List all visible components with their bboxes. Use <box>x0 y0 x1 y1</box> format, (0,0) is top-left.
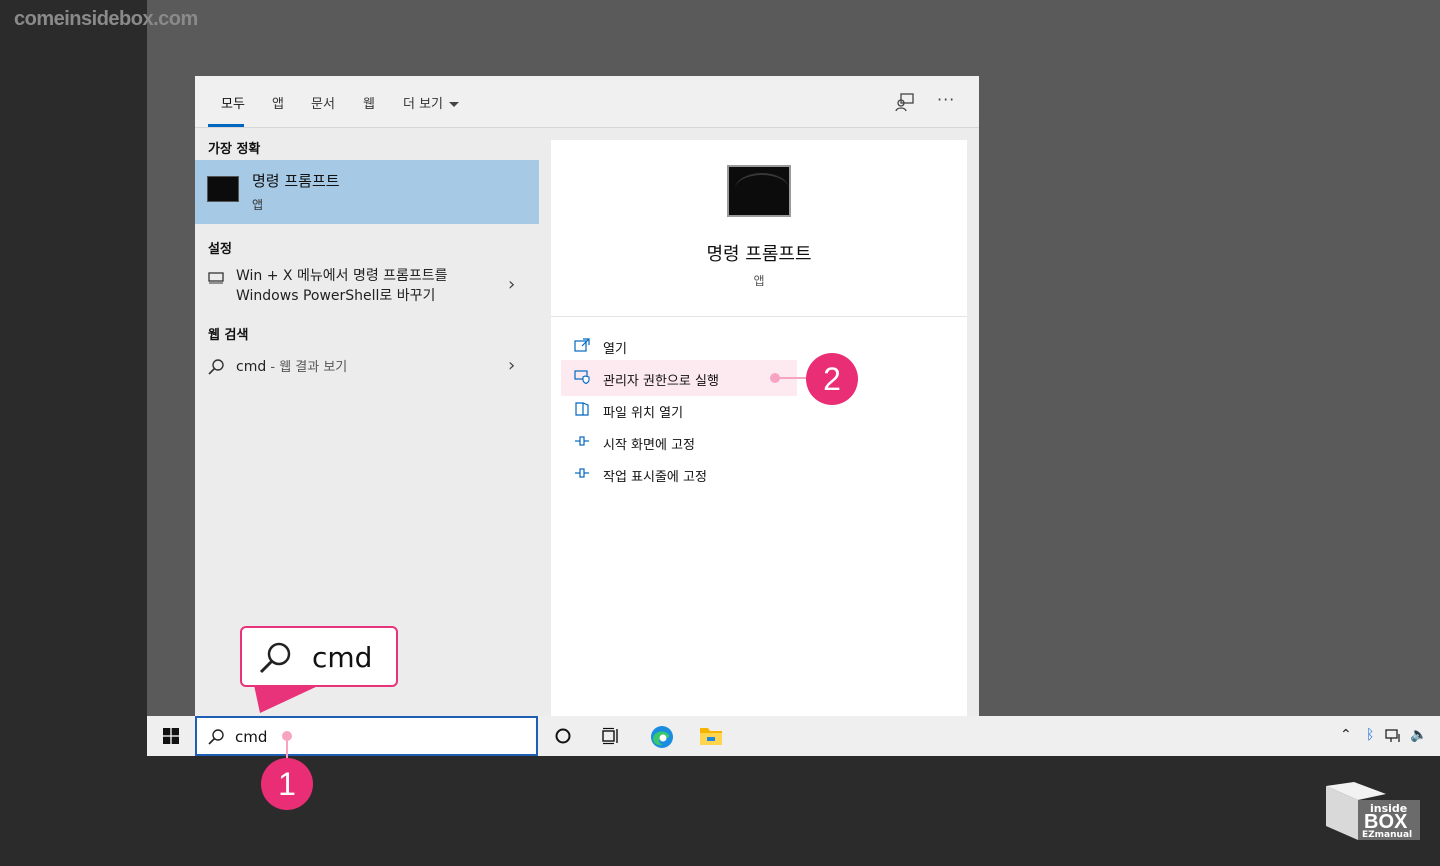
best-match-item[interactable]: 명령 프롬프트 앱 <box>195 160 539 224</box>
preview-pane: 명령 프롬프트 앱 열기 관리자 권한으로 실행 파일 위치 열기 시작 화면에… <box>551 140 967 716</box>
step-badge-1: 1 <box>261 758 313 810</box>
best-match-title: 명령 프롬프트 <box>252 172 340 190</box>
web-search-header: 웹 검색 <box>208 328 249 343</box>
show-hidden-icons-icon[interactable]: ⌃ <box>1340 727 1352 743</box>
tab-apps[interactable]: 앱 <box>272 93 284 112</box>
taskbar-search-input[interactable] <box>233 726 527 748</box>
web-result-item[interactable]: cmd - 웹 결과 보기 › <box>195 352 539 384</box>
callout-tail <box>254 685 320 713</box>
action-open-label: 열기 <box>603 342 627 357</box>
search-icon <box>259 642 291 674</box>
folder-icon <box>575 402 589 416</box>
best-match-header: 가장 정확 <box>208 142 261 157</box>
action-pin-to-taskbar[interactable]: 작업 표시줄에 고정 <box>561 456 797 492</box>
web-query: cmd <box>236 359 267 375</box>
file-explorer-icon[interactable] <box>699 725 723 747</box>
action-pin-to-start-label: 시작 화면에 고정 <box>603 438 695 453</box>
action-run-as-admin-label: 관리자 권한으로 실행 <box>603 374 719 389</box>
shield-icon <box>574 370 590 384</box>
search-icon <box>208 359 224 375</box>
bluetooth-icon[interactable]: ᛒ <box>1366 727 1374 743</box>
site-watermark: comeinsidebox.com <box>14 8 198 30</box>
windows-start-icon[interactable] <box>163 728 179 744</box>
chevron-down-icon <box>449 102 460 107</box>
tab-more-label: 더 보기 <box>403 97 444 112</box>
more-options-icon[interactable]: ··· <box>937 90 955 109</box>
tab-all[interactable]: 모두 <box>221 93 245 112</box>
preview-title: 명령 프롬프트 <box>706 244 812 265</box>
search-tabs: 모두 앱 문서 웹 더 보기 ··· <box>195 76 979 128</box>
action-pin-to-taskbar-label: 작업 표시줄에 고정 <box>603 470 707 485</box>
action-open-file-location-label: 파일 위치 열기 <box>603 406 684 421</box>
feedback-icon[interactable] <box>895 92 915 112</box>
marker-line-2 <box>778 377 808 379</box>
tab-web[interactable]: 웹 <box>363 93 375 112</box>
command-prompt-large-icon <box>727 165 791 217</box>
volume-icon[interactable]: 🔈 <box>1410 727 1427 743</box>
settings-result-item[interactable]: Win + X 메뉴에서 명령 프롬프트를 Windows PowerShell… <box>195 264 539 312</box>
task-view-icon[interactable] <box>601 726 621 746</box>
taskbar-search-box[interactable] <box>195 716 538 756</box>
chevron-right-icon: › <box>508 274 516 295</box>
web-result-text: cmd - 웹 결과 보기 <box>236 357 347 378</box>
insidebox-logo: inside BOX EZmanual <box>1324 782 1424 844</box>
callout-text: cmd <box>312 641 373 674</box>
logo-line3: EZmanual <box>1362 830 1413 840</box>
settings-item-line2: Windows PowerShell로 바꾸기 <box>236 288 436 304</box>
step-badge-2: 2 <box>806 353 858 405</box>
search-panel: 모두 앱 문서 웹 더 보기 ··· 가장 정확 명령 프롬프트 앱 설정 Wi… <box>195 76 979 716</box>
tab-more[interactable]: 더 보기 <box>403 93 460 112</box>
network-icon[interactable] <box>1385 728 1403 744</box>
action-open[interactable]: 열기 <box>561 328 797 364</box>
web-suffix: - 웹 결과 보기 <box>266 360 348 375</box>
settings-item-line1: Win + X 메뉴에서 명령 프롬프트를 <box>236 268 448 284</box>
action-pin-to-start[interactable]: 시작 화면에 고정 <box>561 424 797 460</box>
pin-icon <box>575 436 589 446</box>
preview-subtitle: 앱 <box>753 274 765 288</box>
monitor-icon <box>208 272 224 284</box>
open-icon <box>574 338 590 352</box>
action-run-as-admin[interactable]: 관리자 권한으로 실행 <box>561 360 797 396</box>
search-callout: cmd <box>240 626 398 687</box>
command-prompt-icon <box>207 176 239 202</box>
preview-divider <box>551 316 967 317</box>
chevron-right-icon: › <box>508 355 516 376</box>
settings-header: 설정 <box>208 242 232 257</box>
tab-documents[interactable]: 문서 <box>311 93 335 112</box>
edge-browser-icon[interactable] <box>649 724 675 750</box>
cortana-icon[interactable] <box>553 726 573 746</box>
taskbar: ⌃ ᛒ 🔈 <box>147 716 1440 756</box>
pin-icon <box>575 468 589 478</box>
search-icon <box>208 729 224 745</box>
best-match-subtitle: 앱 <box>252 198 264 212</box>
active-tab-indicator <box>208 124 244 127</box>
action-open-file-location[interactable]: 파일 위치 열기 <box>561 392 797 428</box>
